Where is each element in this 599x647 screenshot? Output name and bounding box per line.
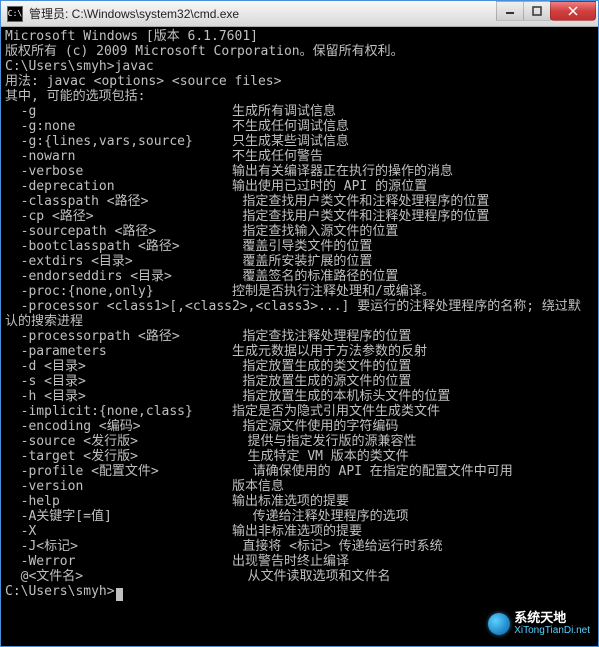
terminal-line: -g:{lines,vars,source} 只生成某些调试信息 — [5, 134, 594, 149]
terminal-line: Microsoft Windows [版本 6.1.7601] — [5, 29, 594, 44]
terminal-line: -s <目录> 指定放置生成的源文件的位置 — [5, 374, 594, 389]
terminal-output[interactable]: Microsoft Windows [版本 6.1.7601]版权所有 (c) … — [1, 27, 598, 646]
maximize-icon — [532, 6, 542, 16]
terminal-line: 认的搜索进程 — [5, 314, 594, 329]
terminal-line: -h <目录> 指定放置生成的本机标头文件的位置 — [5, 389, 594, 404]
terminal-line: -g 生成所有调试信息 — [5, 104, 594, 119]
terminal-line: -target <发行版> 生成特定 VM 版本的类文件 — [5, 449, 594, 464]
terminal-line: -source <发行版> 提供与指定发行版的源兼容性 — [5, 434, 594, 449]
close-icon — [568, 6, 578, 16]
terminal-line: @<文件名> 从文件读取选项和文件名 — [5, 569, 594, 584]
terminal-line: 用法: javac <options> <source files> — [5, 74, 594, 89]
terminal-line: -implicit:{none,class} 指定是否为隐式引用文件生成类文件 — [5, 404, 594, 419]
terminal-line: 版权所有 (c) 2009 Microsoft Corporation。保留所有… — [5, 44, 594, 59]
terminal-line: -extdirs <目录> 覆盖所安装扩展的位置 — [5, 254, 594, 269]
terminal-line: -encoding <编码> 指定源文件使用的字符编码 — [5, 419, 594, 434]
terminal-line: 其中, 可能的选项包括: — [5, 89, 594, 104]
terminal-line: -nowarn 不生成任何警告 — [5, 149, 594, 164]
cursor — [116, 588, 123, 601]
watermark-url: XiTongTianDi.net — [514, 623, 590, 638]
terminal-line: -cp <路径> 指定查找用户类文件和注释处理程序的位置 — [5, 209, 594, 224]
watermark: 系统天地 XiTongTianDi.net — [488, 610, 590, 638]
terminal-line: -help 输出标准选项的提要 — [5, 494, 594, 509]
minimize-icon — [505, 6, 515, 16]
cmd-window: C:\ 管理员: C:\Windows\system32\cmd.exe Mic… — [0, 0, 599, 647]
terminal-line: -processorpath <路径> 指定查找注释处理程序的位置 — [5, 329, 594, 344]
terminal-line: -deprecation 输出使用已过时的 API 的源位置 — [5, 179, 594, 194]
terminal-line: -endorseddirs <目录> 覆盖签名的标准路径的位置 — [5, 269, 594, 284]
terminal-line: -g:none 不生成任何调试信息 — [5, 119, 594, 134]
terminal-line: -profile <配置文件> 请确保使用的 API 在指定的配置文件中可用 — [5, 464, 594, 479]
maximize-button[interactable] — [523, 1, 551, 21]
terminal-line: -sourcepath <路径> 指定查找输入源文件的位置 — [5, 224, 594, 239]
terminal-line: -d <目录> 指定放置生成的类文件的位置 — [5, 359, 594, 374]
terminal-line: -version 版本信息 — [5, 479, 594, 494]
terminal-line: -parameters 生成元数据以用于方法参数的反射 — [5, 344, 594, 359]
titlebar[interactable]: C:\ 管理员: C:\Windows\system32\cmd.exe — [1, 1, 598, 27]
terminal-line: -proc:{none,only} 控制是否执行注释处理和/或编译。 — [5, 284, 594, 299]
terminal-line: -Werror 出现警告时终止编译 — [5, 554, 594, 569]
terminal-line: C:\Users\smyh> — [5, 584, 594, 599]
window-title: 管理员: C:\Windows\system32\cmd.exe — [29, 5, 497, 22]
close-button[interactable] — [550, 1, 596, 21]
terminal-line: -processor <class1>[,<class2>,<class3>..… — [5, 299, 594, 314]
terminal-line: -bootclasspath <路径> 覆盖引导类文件的位置 — [5, 239, 594, 254]
window-controls — [497, 1, 596, 21]
terminal-line: C:\Users\smyh>javac — [5, 59, 594, 74]
watermark-logo-icon — [488, 613, 510, 635]
terminal-line: -J<标记> 直接将 <标记> 传递给运行时系统 — [5, 539, 594, 554]
minimize-button[interactable] — [496, 1, 524, 21]
terminal-line: -verbose 输出有关编译器正在执行的操作的消息 — [5, 164, 594, 179]
app-icon: C:\ — [7, 6, 23, 22]
terminal-line: -X 输出非标准选项的提要 — [5, 524, 594, 539]
terminal-line: -A关键字[=值] 传递给注释处理程序的选项 — [5, 509, 594, 524]
terminal-line: -classpath <路径> 指定查找用户类文件和注释处理程序的位置 — [5, 194, 594, 209]
